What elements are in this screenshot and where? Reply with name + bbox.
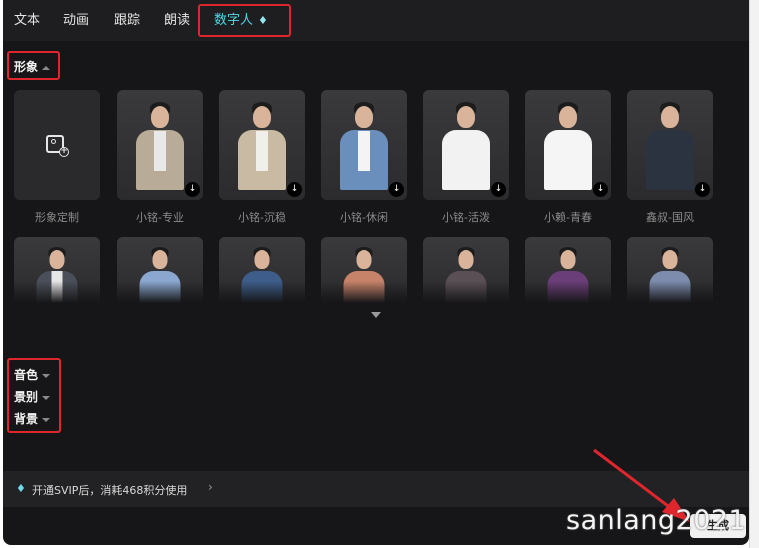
download-icon[interactable]: ↓ <box>185 182 200 197</box>
caret-down-icon <box>42 395 51 400</box>
avatar-card[interactable]: ↓ <box>627 90 713 200</box>
custom-avatar-card[interactable]: + <box>14 90 100 200</box>
avatar-label: 小铭-活泼 <box>442 211 490 224</box>
avatar-card[interactable]: ↓ <box>321 90 407 200</box>
download-icon[interactable]: ↓ <box>389 182 404 197</box>
avatar-label: 小铭-专业 <box>136 211 184 224</box>
section-appearance[interactable]: 形象 <box>14 58 51 75</box>
avatar-label: 小铭-休闲 <box>340 211 388 224</box>
avatar-card[interactable]: ↓ <box>219 90 305 200</box>
tab-digital-human-label: 数字人 <box>214 13 254 28</box>
digital-human-panel: 文本 动画 跟踪 朗读 数字人 ♦ 形象 + 形象定制 ↓ 小铭-专业 ↓ 小铭-沉稳 <box>3 0 749 545</box>
avatar-card[interactable]: ↓ <box>117 90 203 200</box>
avatar-figure <box>130 100 190 200</box>
avatar-card[interactable] <box>627 237 713 303</box>
tab-digital-human[interactable]: 数字人 ♦ <box>214 0 268 41</box>
download-icon[interactable]: ↓ <box>287 182 302 197</box>
download-icon[interactable]: ↓ <box>695 182 710 197</box>
avatar-label: 小赖-青春 <box>544 211 592 224</box>
avatar-card[interactable] <box>219 237 305 303</box>
avatar-card[interactable] <box>525 237 611 303</box>
avatar-card[interactable] <box>423 237 509 303</box>
add-image-icon: + <box>46 135 69 157</box>
section-voice[interactable]: 音色 <box>14 366 51 383</box>
generate-button[interactable]: 生成 <box>690 514 746 538</box>
avatar-card[interactable] <box>14 237 100 303</box>
caret-down-icon <box>42 373 51 378</box>
window-edge <box>749 0 759 548</box>
avatar-card[interactable] <box>321 237 407 303</box>
avatar-card[interactable]: ↓ <box>423 90 509 200</box>
tab-tracking[interactable]: 跟踪 <box>114 0 140 41</box>
svip-promo-link[interactable]: 开通SVIP后，消耗468积分使用 <box>32 482 187 498</box>
section-scene-label: 景别 <box>14 390 39 404</box>
avatar-label: 形象定制 <box>35 211 79 224</box>
avatar-figure <box>232 100 292 200</box>
tab-text[interactable]: 文本 <box>14 0 40 41</box>
avatar-figure <box>334 100 394 200</box>
tab-animation[interactable]: 动画 <box>63 0 89 41</box>
chevron-right-icon: › <box>208 480 213 494</box>
tab-read-aloud[interactable]: 朗读 <box>164 0 190 41</box>
section-appearance-label: 形象 <box>14 60 39 74</box>
avatar-label: 鑫叔-国风 <box>646 211 694 224</box>
caret-up-icon <box>42 65 51 70</box>
diamond-icon: ♦ <box>16 482 26 495</box>
avatar-figure <box>436 100 496 200</box>
expand-more-icon[interactable] <box>371 312 381 318</box>
avatar-card[interactable]: ↓ <box>525 90 611 200</box>
avatar-card[interactable] <box>117 237 203 303</box>
section-background-label: 背景 <box>14 412 39 426</box>
download-icon[interactable]: ↓ <box>593 182 608 197</box>
section-scene[interactable]: 景别 <box>14 388 51 405</box>
section-voice-label: 音色 <box>14 368 39 382</box>
avatar-figure <box>538 100 598 200</box>
caret-down-icon <box>42 417 51 422</box>
download-icon[interactable]: ↓ <box>491 182 506 197</box>
section-background[interactable]: 背景 <box>14 410 51 427</box>
diamond-icon: ♦ <box>258 14 268 27</box>
avatar-label: 小铭-沉稳 <box>238 211 286 224</box>
avatar-figure <box>640 100 700 200</box>
tab-bar: 文本 动画 跟踪 朗读 数字人 ♦ <box>3 0 749 41</box>
